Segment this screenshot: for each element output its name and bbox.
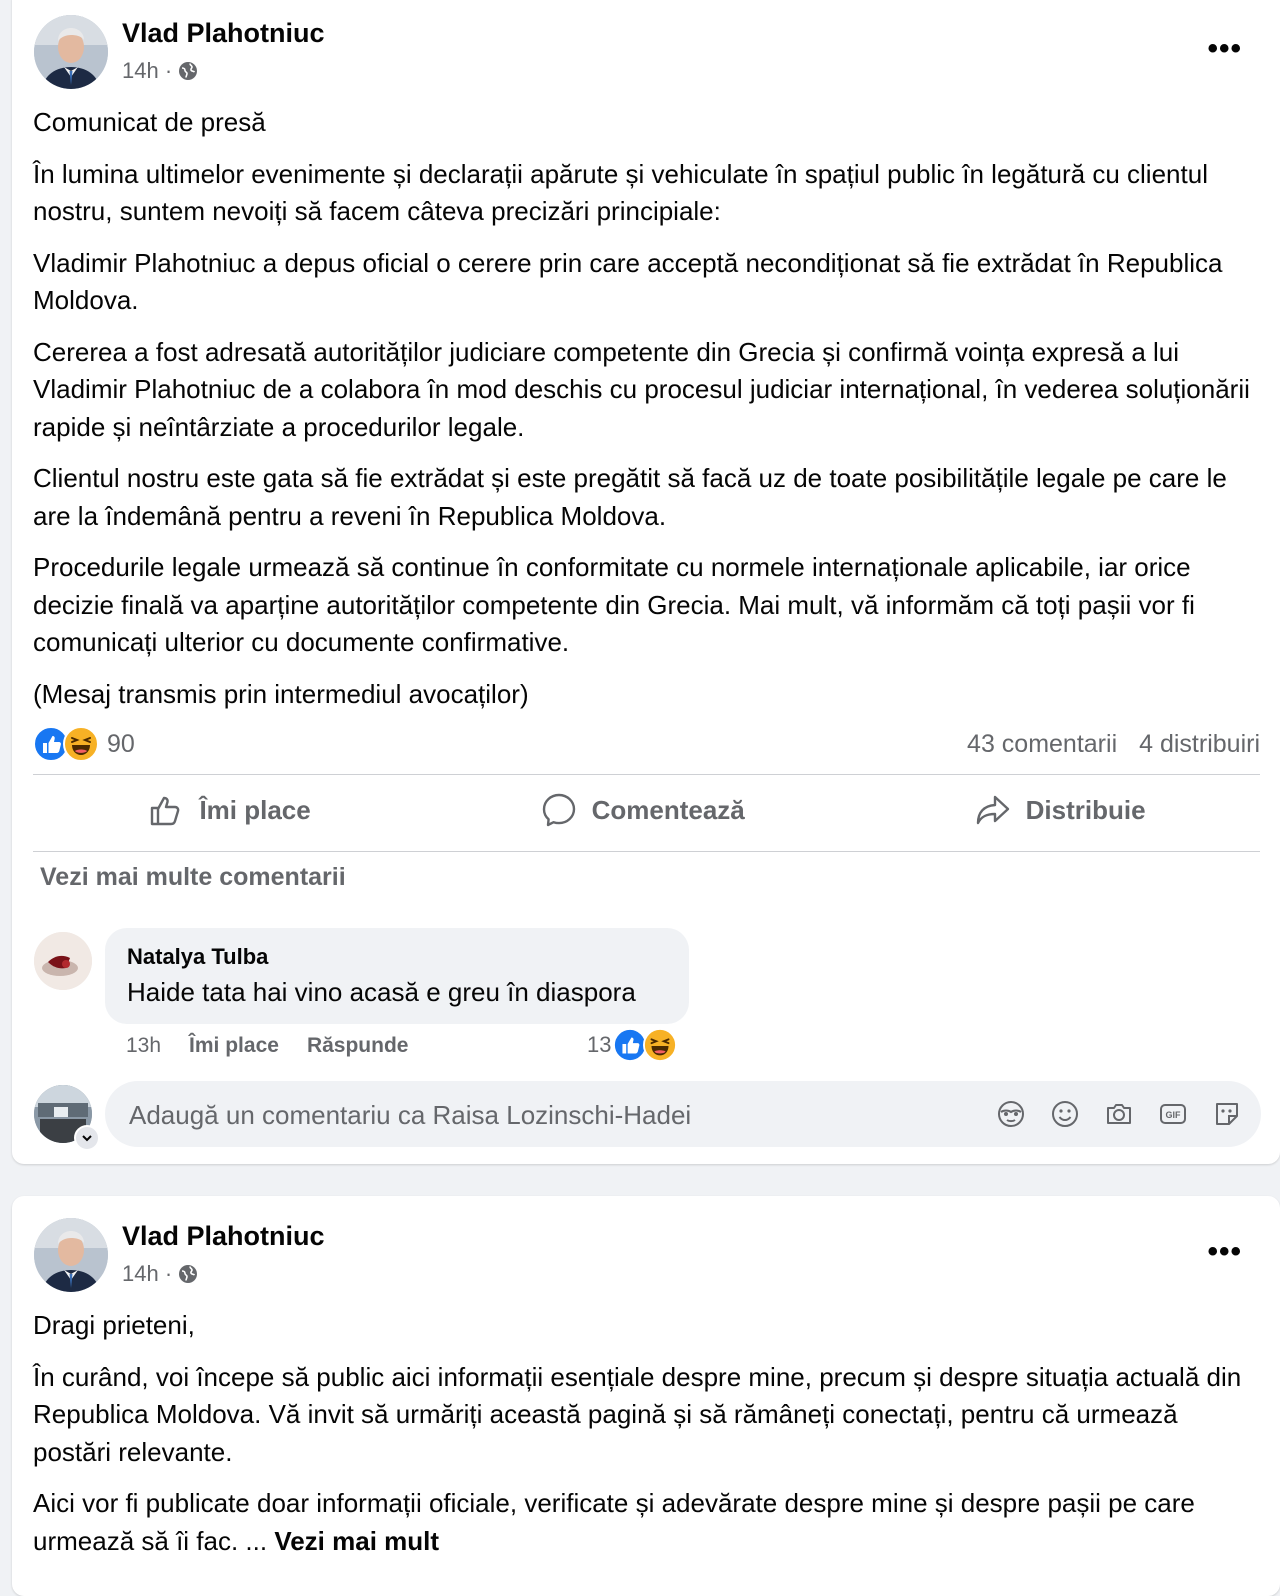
commenter-avatar[interactable] bbox=[34, 932, 92, 990]
thumbs-up-icon bbox=[151, 796, 180, 826]
like-button[interactable]: Îmi place bbox=[147, 791, 311, 829]
author-avatar[interactable] bbox=[34, 1218, 108, 1292]
share-label: Distribuie bbox=[1025, 794, 1146, 825]
see-more-link[interactable]: Vezi mai mult bbox=[274, 1526, 439, 1556]
comment-like-button[interactable]: Îmi place bbox=[189, 1034, 279, 1058]
haha-reaction-icon bbox=[643, 1028, 677, 1062]
post-paragraph: Comunicat de presă bbox=[33, 107, 266, 137]
commenter-name[interactable]: Natalya Tulba bbox=[127, 944, 268, 970]
comment-meta: 13h Îmi place Răspunde bbox=[126, 1034, 408, 1058]
reactions-summary: 90 43 comentarii 4 distribuiri bbox=[33, 724, 1260, 764]
post-paragraph: Vladimir Plahotniuc a depus oficial o ce… bbox=[33, 247, 1223, 316]
emoji-icon[interactable] bbox=[1049, 1098, 1081, 1130]
sticker-icon[interactable] bbox=[1211, 1098, 1243, 1130]
post-paragraph: Dragi prieteni, bbox=[33, 1310, 195, 1340]
commenter-avatar-image bbox=[34, 932, 92, 990]
comment-time[interactable]: 13h bbox=[126, 1034, 161, 1058]
share-arrow-icon bbox=[976, 795, 1009, 825]
comment-bubble: Natalya Tulba Haide tata hai vino acasă … bbox=[105, 928, 689, 1024]
avatar-sticker-icon[interactable] bbox=[995, 1098, 1027, 1130]
divider bbox=[33, 851, 1260, 852]
comment-composer: GIF bbox=[105, 1081, 1261, 1149]
shares-count[interactable]: 4 distribuiri bbox=[1139, 730, 1260, 759]
comment-bubble-icon bbox=[542, 793, 575, 827]
author-avatar[interactable] bbox=[34, 15, 108, 89]
post-time[interactable]: 14h · bbox=[122, 58, 172, 84]
author-name[interactable]: Vlad Plahotniuc bbox=[122, 1221, 325, 1252]
more-options-icon[interactable]: ••• bbox=[1207, 32, 1242, 66]
svg-text:GIF: GIF bbox=[1166, 1110, 1182, 1120]
divider bbox=[33, 774, 1260, 775]
post-paragraph-text: Aici vor fi publicate doar informații of… bbox=[33, 1488, 1195, 1556]
comment-reactions-count: 13 bbox=[587, 1032, 612, 1057]
comment-button[interactable]: Comentează bbox=[540, 791, 745, 829]
comment-reply-button[interactable]: Răspunde bbox=[307, 1034, 409, 1058]
comment-text: Haide tata hai vino acasă e greu în dias… bbox=[127, 977, 636, 1007]
more-options-icon[interactable]: ••• bbox=[1207, 1235, 1242, 1269]
post-meta: 14h · bbox=[122, 1261, 198, 1287]
comment-reactions[interactable]: 13 bbox=[587, 1028, 677, 1062]
author-name[interactable]: Vlad Plahotniuc bbox=[122, 18, 325, 49]
like-reaction-icon bbox=[613, 1028, 647, 1062]
comments-count[interactable]: 43 comentarii bbox=[967, 730, 1117, 759]
profile-switch-chevron-icon[interactable] bbox=[74, 1125, 100, 1151]
share-button[interactable]: Distribuie bbox=[974, 791, 1146, 829]
post-paragraph: Aici vor fi publicate doar informații of… bbox=[33, 1485, 1250, 1560]
post-card: Vlad Plahotniuc 14h · ••• Dragi prieteni… bbox=[12, 1196, 1280, 1596]
like-label: Îmi place bbox=[199, 794, 311, 825]
reactions-count-group[interactable]: 90 bbox=[33, 726, 135, 762]
post-paragraph: În curând, voi începe să public aici inf… bbox=[33, 1361, 1242, 1467]
haha-reaction-icon bbox=[63, 726, 99, 762]
globe-icon bbox=[178, 61, 198, 81]
post-paragraph: În lumina ultimelor evenimente și declar… bbox=[33, 158, 1208, 227]
view-more-comments-link[interactable]: Vezi mai multe comentarii bbox=[40, 863, 346, 892]
avatar-image bbox=[34, 15, 108, 89]
reactions-count: 90 bbox=[107, 729, 135, 758]
post-actions: Îmi place Comentează Distribuie bbox=[33, 780, 1260, 840]
gif-icon[interactable]: GIF bbox=[1157, 1098, 1189, 1130]
avatar-image bbox=[34, 1218, 108, 1292]
post-body: Dragi prieteni, În curând, voi începe să… bbox=[33, 1307, 1250, 1574]
comment-input[interactable] bbox=[127, 1081, 931, 1149]
post-meta: 14h · bbox=[122, 58, 198, 84]
camera-icon[interactable] bbox=[1103, 1098, 1135, 1130]
post-card: Vlad Plahotniuc 14h · ••• Comunicat de p… bbox=[12, 0, 1280, 1164]
globe-icon bbox=[178, 1264, 198, 1284]
post-paragraph: Procedurile legale urmează să continue î… bbox=[33, 552, 1195, 657]
post-paragraph: Cererea a fost adresată autorităților ju… bbox=[33, 336, 1250, 442]
post-paragraph: (Mesaj transmis prin intermediul avocați… bbox=[33, 678, 529, 709]
post-body: Comunicat de presă În lumina ultimelor e… bbox=[33, 104, 1250, 727]
post-time[interactable]: 14h · bbox=[122, 1261, 172, 1287]
comment-label: Comentează bbox=[591, 794, 745, 825]
post-paragraph: Clientul nostru este gata să fie extrăda… bbox=[33, 463, 1227, 531]
